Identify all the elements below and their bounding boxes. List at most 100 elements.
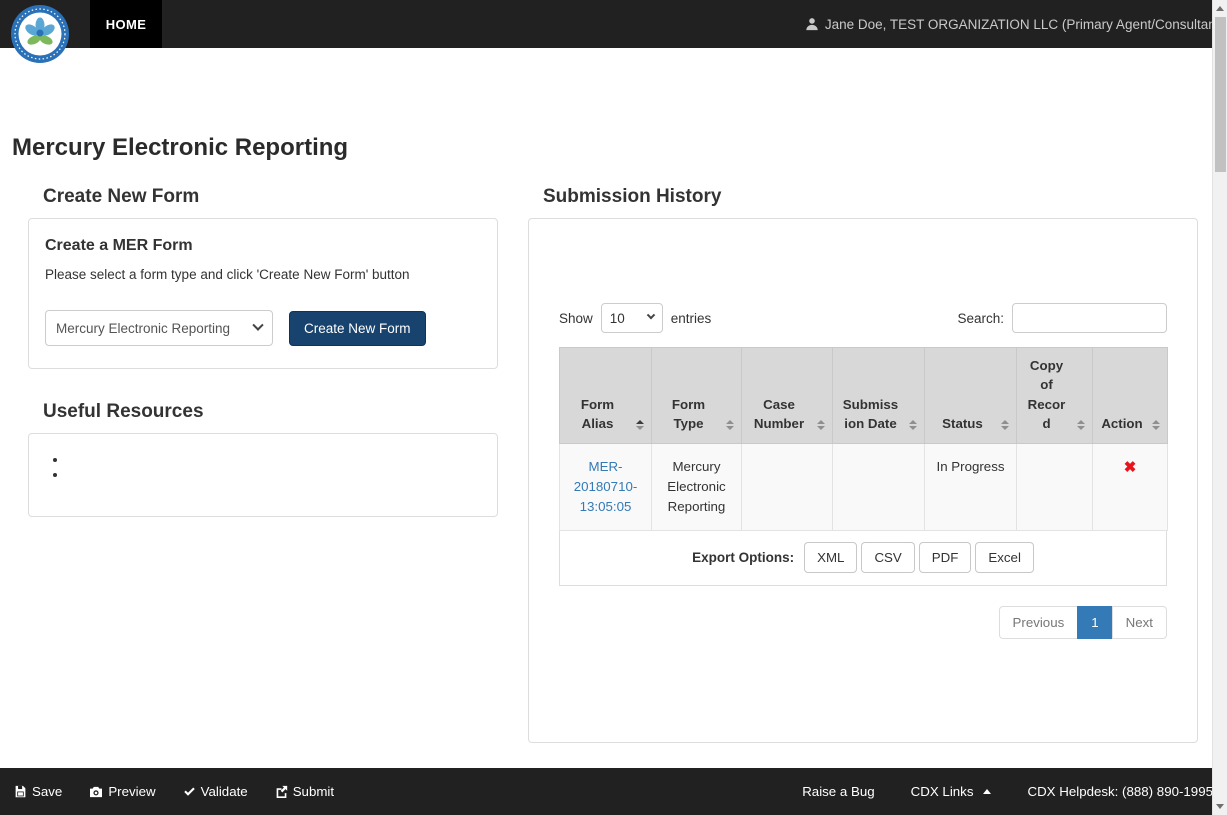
submit-label: Submit bbox=[293, 784, 334, 799]
sort-icon bbox=[636, 420, 644, 430]
col-header-form-alias[interactable]: Form Alias bbox=[560, 348, 652, 444]
nav-tab-home[interactable]: HOME bbox=[90, 0, 162, 48]
export-pdf-button[interactable]: PDF bbox=[919, 542, 972, 573]
cdx-helpdesk-label: CDX Helpdesk: (888) 890-1995 bbox=[1027, 784, 1213, 799]
submit-button[interactable]: Submit bbox=[275, 784, 334, 799]
col-header-action[interactable]: Action bbox=[1093, 348, 1168, 444]
raise-a-bug-label: Raise a Bug bbox=[802, 784, 874, 799]
search-label: Search: bbox=[957, 311, 1004, 326]
sort-icon bbox=[909, 420, 917, 430]
page-size-select[interactable]: 10 bbox=[601, 303, 663, 333]
create-form-row: Mercury Electronic Reporting Create New … bbox=[45, 310, 481, 346]
col-header-label: Copy of Record bbox=[1028, 358, 1066, 431]
sort-icon bbox=[817, 420, 825, 430]
chevron-down-icon bbox=[252, 320, 263, 331]
scrollbar-up-arrow[interactable] bbox=[1213, 0, 1227, 17]
export-excel-button[interactable]: Excel bbox=[975, 542, 1034, 573]
list-item bbox=[67, 452, 481, 467]
table-controls: Show 10 entries Search: bbox=[559, 303, 1167, 333]
submission-history-card: Show 10 entries Search: bbox=[528, 218, 1198, 743]
sort-icon bbox=[726, 420, 734, 430]
page-size-controls: Show 10 entries bbox=[559, 303, 711, 333]
create-form-instruction: Please select a form type and click 'Cre… bbox=[45, 267, 481, 282]
validate-check-icon bbox=[183, 786, 196, 798]
entries-label: entries bbox=[671, 311, 712, 326]
col-header-label: Submission Date bbox=[843, 397, 898, 431]
cell-action bbox=[1093, 444, 1168, 531]
user-info[interactable]: Jane Doe, TEST ORGANIZATION LLC (Primary… bbox=[805, 0, 1224, 48]
footer-actions: Save Preview Validate bbox=[14, 784, 334, 799]
col-header-label: Status bbox=[942, 416, 983, 431]
sort-icon bbox=[1001, 420, 1009, 430]
create-form-card-title: Create a MER Form bbox=[45, 237, 481, 255]
preview-icon bbox=[89, 786, 103, 798]
cdx-links-menu[interactable]: CDX Links bbox=[911, 784, 992, 799]
search-controls: Search: bbox=[957, 303, 1167, 333]
sort-icon bbox=[1152, 420, 1160, 430]
validate-label: Validate bbox=[201, 784, 248, 799]
useful-resources-section-title: Useful Resources bbox=[43, 401, 498, 423]
search-input[interactable] bbox=[1012, 303, 1167, 333]
validate-button[interactable]: Validate bbox=[183, 784, 248, 799]
export-xml-button[interactable]: XML bbox=[804, 542, 857, 573]
cdx-helpdesk-info: CDX Helpdesk: (888) 890-1995 bbox=[1027, 784, 1213, 799]
epa-logo bbox=[10, 4, 70, 64]
vertical-scrollbar[interactable] bbox=[1212, 0, 1227, 815]
export-csv-button[interactable]: CSV bbox=[861, 542, 914, 573]
export-options-row: Export Options: XML CSV PDF Excel bbox=[559, 531, 1167, 586]
preview-label: Preview bbox=[108, 784, 155, 799]
save-icon bbox=[14, 785, 27, 798]
useful-resources-list bbox=[67, 452, 481, 482]
save-label: Save bbox=[32, 784, 62, 799]
table-row: MER-20180710-13:05:05 Mercury Electronic… bbox=[560, 444, 1168, 531]
submission-history-table: Form Alias Form Type Case Number bbox=[559, 347, 1168, 531]
col-header-label: Action bbox=[1101, 416, 1142, 431]
col-header-case-number[interactable]: Case Number bbox=[742, 348, 833, 444]
create-form-card: Create a MER Form Please select a form t… bbox=[28, 218, 498, 369]
page-size-selected-value: 10 bbox=[610, 311, 625, 326]
form-type-select[interactable]: Mercury Electronic Reporting bbox=[45, 310, 273, 346]
left-column: Create New Form Create a MER Form Please… bbox=[28, 176, 498, 517]
save-button[interactable]: Save bbox=[14, 784, 62, 799]
content-columns: Create New Form Create a MER Form Please… bbox=[0, 162, 1212, 743]
main-content: Mercury Electronic Reporting Create New … bbox=[0, 48, 1212, 768]
submit-icon bbox=[275, 785, 288, 798]
right-column: Submission History Show 10 entries Searc… bbox=[528, 176, 1198, 743]
col-header-label: Form Type bbox=[672, 397, 705, 431]
pagination-page-1-button[interactable]: 1 bbox=[1077, 606, 1112, 639]
user-icon bbox=[805, 17, 819, 31]
pagination: Previous 1 Next bbox=[559, 606, 1167, 639]
cell-submission-date bbox=[833, 444, 925, 531]
create-form-section-title: Create New Form bbox=[43, 186, 498, 208]
pagination-next-button[interactable]: Next bbox=[1112, 606, 1167, 639]
raise-a-bug-link[interactable]: Raise a Bug bbox=[802, 784, 874, 799]
col-header-status[interactable]: Status bbox=[925, 348, 1017, 444]
cell-case-number bbox=[742, 444, 833, 531]
create-new-form-button[interactable]: Create New Form bbox=[289, 311, 426, 346]
scrollbar-thumb[interactable] bbox=[1215, 17, 1226, 172]
col-header-label: Case Number bbox=[754, 397, 804, 431]
scrollbar-down-arrow[interactable] bbox=[1213, 798, 1227, 815]
export-options-label: Export Options: bbox=[692, 550, 794, 565]
footer-links: Raise a Bug CDX Links CDX Helpdesk: (888… bbox=[802, 784, 1213, 799]
delete-record-icon[interactable] bbox=[1124, 459, 1137, 476]
page-title: Mercury Electronic Reporting bbox=[12, 134, 1212, 162]
col-header-label: Form Alias bbox=[581, 397, 614, 431]
footer-bar: Save Preview Validate bbox=[0, 768, 1227, 815]
cdx-links-label: CDX Links bbox=[911, 784, 974, 799]
form-alias-link[interactable]: MER-20180710-13:05:05 bbox=[574, 459, 638, 514]
cell-copy-of-record bbox=[1017, 444, 1093, 531]
pagination-previous-button[interactable]: Previous bbox=[999, 606, 1079, 639]
col-header-submission-date[interactable]: Submission Date bbox=[833, 348, 925, 444]
sort-icon bbox=[1077, 420, 1085, 430]
col-header-form-type[interactable]: Form Type bbox=[652, 348, 742, 444]
user-name-label: Jane Doe, TEST ORGANIZATION LLC (Primary… bbox=[825, 17, 1224, 32]
caret-up-icon bbox=[983, 789, 991, 794]
table-header-row: Form Alias Form Type Case Number bbox=[560, 348, 1168, 444]
col-header-copy-of-record[interactable]: Copy of Record bbox=[1017, 348, 1093, 444]
list-item bbox=[67, 467, 481, 482]
preview-button[interactable]: Preview bbox=[89, 784, 155, 799]
show-label: Show bbox=[559, 311, 593, 326]
top-navbar: HOME Jane Doe, TEST ORGANIZATION LLC (Pr… bbox=[0, 0, 1227, 48]
form-type-selected-value: Mercury Electronic Reporting bbox=[56, 321, 230, 336]
